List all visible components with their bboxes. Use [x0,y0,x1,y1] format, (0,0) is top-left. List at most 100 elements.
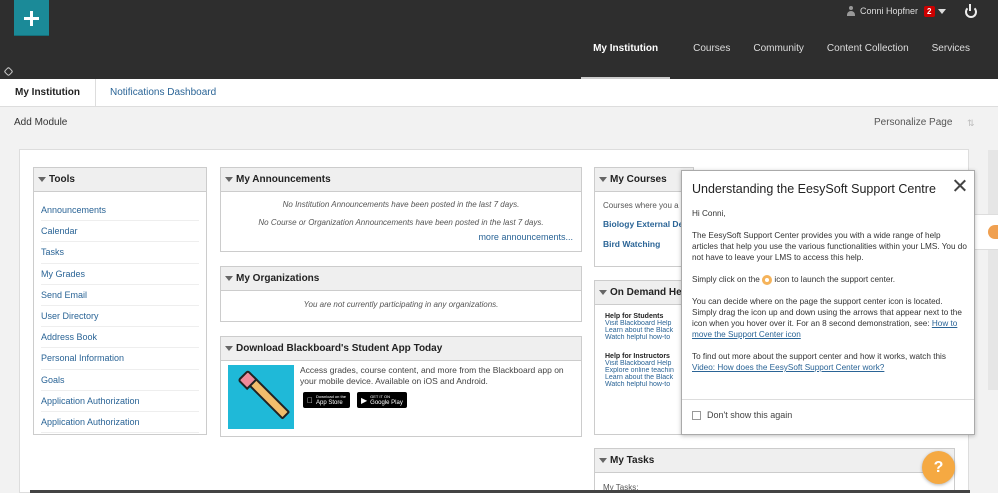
tasks-module: My Tasks My Tasks: [594,448,955,493]
help-link[interactable]: Learn about the Black [605,327,693,334]
tool-link[interactable]: Tasks [41,242,199,264]
support-center-icon [762,274,773,285]
support-center-dialog: Understanding the EesySoft Support Centr… [681,170,975,435]
tab-notifications-dashboard[interactable]: Notifications Dashboard [110,79,216,107]
video-link[interactable]: Video: How does the EesySoft Support Cen… [692,363,884,372]
announcement-message: No Institution Announcements have been p… [282,200,520,209]
play-icon: ▶ [361,395,368,405]
tool-link[interactable]: Application Authorization [41,412,199,434]
organizations-message: You are not currently participating in a… [303,300,499,309]
divider [682,399,974,400]
dialog-text: You can decide where on the page the sup… [692,297,962,328]
collapse-icon[interactable] [599,177,607,182]
course-link[interactable]: Bird Watching [595,229,693,249]
organizations-module: My Organizations You are not currently p… [220,266,582,322]
tab-my-institution[interactable]: My Institution [0,79,96,107]
module-header[interactable]: Tools [34,168,206,192]
tool-link[interactable]: Address Book [41,327,199,349]
dialog-text: icon to launch the support center. [774,275,895,284]
help-link[interactable]: Learn about the Black [605,374,693,381]
dialog-paragraph: To find out more about the support cente… [692,351,967,373]
dialog-greeting: Hi Conni, [692,209,726,218]
nav-courses[interactable]: Courses [693,40,730,79]
dialog-text: Simply click on the [692,275,760,284]
tool-link[interactable]: Calendar [41,221,199,243]
dialog-title: Understanding the EesySoft Support Centr… [692,182,936,196]
user-icon [846,6,856,16]
power-icon[interactable] [963,3,977,18]
app-store-badge[interactable]:  Download on the App Store [303,392,351,408]
module-title: Download Blackboard's Student App Today [236,343,443,354]
pencil-icon [245,375,291,420]
main-nav: My Institution Courses Community Content… [569,40,970,79]
tool-link[interactable]: Application Authorization [41,391,199,412]
dialog-paragraph: Simply click on the icon to launch the s… [692,274,967,285]
help-link[interactable]: Visit Blackboard Help [605,320,693,327]
download-app-module: Download Blackboard's Student App Today … [220,336,582,437]
pin-icon[interactable] [3,66,14,77]
nav-community[interactable]: Community [753,40,804,79]
google-play-badge[interactable]: ▶ GET IT ON Google Play [357,392,407,408]
module-title: My Courses [610,174,667,185]
collapse-icon[interactable] [599,290,607,295]
top-header: Conni Hopfner 2 My Institution Courses C… [0,0,998,79]
tool-link[interactable]: Send Email [41,285,199,306]
close-icon[interactable] [952,178,968,194]
help-link[interactable]: Watch helpful how-to [605,381,693,388]
scrollbar[interactable] [988,150,998,390]
tool-link[interactable]: My Grades [41,264,199,285]
tab-bar: My Institution Notifications Dashboard [0,79,998,107]
add-module-button[interactable]: Add Module [14,117,67,128]
help-link[interactable]: Visit Blackboard Help [605,360,693,367]
nav-my-institution[interactable]: My Institution [581,40,671,79]
module-title: My Organizations [236,273,320,284]
module-header[interactable]: My Organizations [221,267,581,291]
collapse-icon[interactable] [38,177,46,182]
help-heading: Help for Students [605,313,664,320]
user-menu[interactable]: Conni Hopfner 2 [846,4,946,18]
collapse-icon[interactable] [225,177,233,182]
google-play-label: Google Play [370,400,403,406]
tool-link[interactable]: Personal Information [41,348,199,370]
collapse-icon[interactable] [225,346,233,351]
reorder-icon[interactable]: ⇅ [967,118,975,129]
help-button[interactable]: ? [922,451,955,484]
nav-content-collection[interactable]: Content Collection [827,40,909,79]
personalize-page-button[interactable]: Personalize Page [874,117,952,128]
chevron-down-icon[interactable] [937,8,946,14]
dont-show-option[interactable]: Don't show this again [692,410,792,420]
module-header[interactable]: On Demand Help [595,281,693,305]
help-link[interactable]: Explore online teachin [605,367,693,374]
announcement-message: No Course or Organization Announcements … [258,218,544,227]
module-title: On Demand Help [610,287,691,298]
nav-services[interactable]: Services [932,40,970,79]
dont-show-label[interactable]: Don't show this again [707,410,792,420]
plus-logo-icon[interactable] [14,0,49,36]
module-header[interactable]: My Tasks [595,449,954,473]
dialog-body: Hi Conni, The EesySoft Support Center pr… [692,208,967,384]
module-title: My Announcements [236,174,331,185]
help-heading: Help for Instructors [605,353,670,360]
more-announcements-link[interactable]: more announcements... [221,232,581,242]
module-header[interactable]: My Announcements [221,168,581,192]
on-demand-help-module: On Demand Help Help for Students Visit B… [594,280,694,435]
app-store-label: App Store [310,400,343,406]
courses-intro: Courses where you a [603,201,679,210]
help-link[interactable]: Watch helpful how-to [605,334,693,341]
app-description: Access grades, course content, and more … [300,365,564,386]
tool-link[interactable]: Goals [41,370,199,391]
tool-link[interactable]: Announcements [41,200,199,222]
action-bar: Add Module Personalize Page ⇅ [0,107,998,141]
collapse-icon[interactable] [599,458,607,463]
dialog-paragraph: You can decide where on the page the sup… [692,296,967,340]
notification-badge[interactable]: 2 [924,5,935,17]
user-name[interactable]: Conni Hopfner [860,6,918,16]
module-header[interactable]: My Courses [595,168,693,192]
collapse-icon[interactable] [225,276,233,281]
module-title: Tools [49,174,75,185]
tools-module: Tools Announcements Calendar Tasks My Gr… [33,167,207,435]
module-header[interactable]: Download Blackboard's Student App Today [221,337,581,361]
tool-link[interactable]: User Directory [41,306,199,328]
dont-show-checkbox[interactable] [692,410,701,420]
course-link[interactable]: Biology External De [595,210,693,229]
